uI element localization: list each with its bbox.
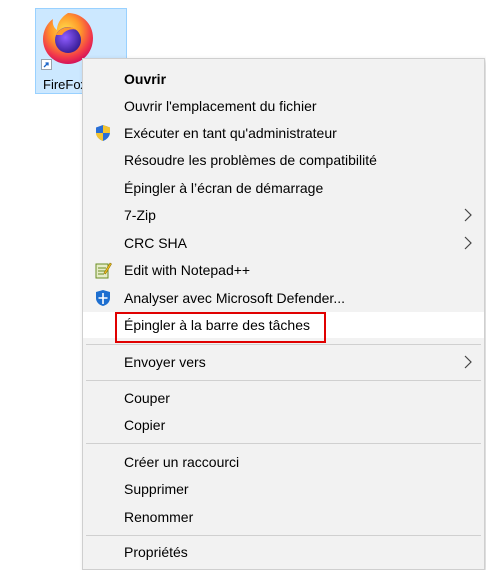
- menu-item-label: Supprimer: [124, 481, 189, 497]
- chevron-right-icon: [464, 208, 472, 222]
- menu-item-label: CRC SHA: [124, 235, 188, 251]
- menu-item-label: Ouvrir: [124, 71, 167, 87]
- menu-item-label: Épingler à l’écran de démarrage: [124, 180, 324, 196]
- menu-item-scan-defender[interactable]: Analyser avec Microsoft Defender...: [83, 285, 484, 311]
- menu-item-label: Exécuter en tant qu'administrateur: [124, 125, 337, 141]
- menu-item-properties[interactable]: Propriétés: [83, 539, 484, 565]
- highlight-box: [115, 312, 326, 343]
- desktop-icon-label: FireFox: [43, 77, 88, 92]
- menu-item-edit-notepad-plus-plus[interactable]: Edit with Notepad++: [83, 257, 484, 283]
- menu-separator: [86, 535, 481, 536]
- uac-shield-icon: [96, 125, 110, 141]
- menu-item-create-shortcut[interactable]: Créer un raccourci: [83, 449, 484, 475]
- menu-item-ouvrir[interactable]: Ouvrir: [83, 66, 484, 92]
- menu-item-label: Créer un raccourci: [124, 454, 240, 470]
- menu-item-label: Copier: [124, 417, 166, 433]
- menu-item-crc-sha[interactable]: CRC SHA: [83, 230, 484, 256]
- menu-item-open-file-location[interactable]: Ouvrir l'emplacement du fichier: [83, 93, 484, 119]
- chevron-right-icon: [464, 355, 472, 369]
- menu-separator: [86, 380, 481, 381]
- menu-item-7zip[interactable]: 7-Zip: [83, 202, 484, 228]
- menu-item-delete[interactable]: Supprimer: [83, 476, 484, 502]
- chevron-right-icon: [464, 236, 472, 250]
- menu-item-label: Envoyer vers: [124, 354, 206, 370]
- menu-item-pin-to-start[interactable]: Épingler à l’écran de démarrage: [83, 175, 484, 201]
- menu-item-label: Propriétés: [124, 544, 188, 560]
- menu-item-rename[interactable]: Renommer: [83, 504, 484, 530]
- menu-item-label: Edit with Notepad++: [124, 262, 251, 278]
- menu-item-label: Couper: [124, 390, 170, 406]
- shortcut-arrow-icon: [41, 59, 52, 70]
- menu-item-run-as-admin[interactable]: Exécuter en tant qu'administrateur: [83, 120, 484, 146]
- menu-separator: [86, 344, 481, 345]
- menu-item-troubleshoot-compatibility[interactable]: Résoudre les problèmes de compatibilité: [83, 147, 484, 173]
- menu-separator: [86, 443, 481, 444]
- menu-item-label: Renommer: [124, 509, 194, 525]
- menu-item-label: Résoudre les problèmes de compatibilité: [124, 152, 377, 168]
- menu-item-cut[interactable]: Couper: [83, 385, 484, 411]
- notepad-plus-plus-icon: [95, 262, 112, 279]
- menu-item-send-to[interactable]: Envoyer vers: [83, 349, 484, 375]
- defender-shield-icon: [96, 290, 110, 306]
- menu-item-label: Analyser avec Microsoft Defender...: [124, 290, 345, 306]
- menu-item-label: 7-Zip: [124, 207, 156, 223]
- menu-item-copy[interactable]: Copier: [83, 412, 484, 438]
- menu-item-label: Ouvrir l'emplacement du fichier: [124, 98, 317, 114]
